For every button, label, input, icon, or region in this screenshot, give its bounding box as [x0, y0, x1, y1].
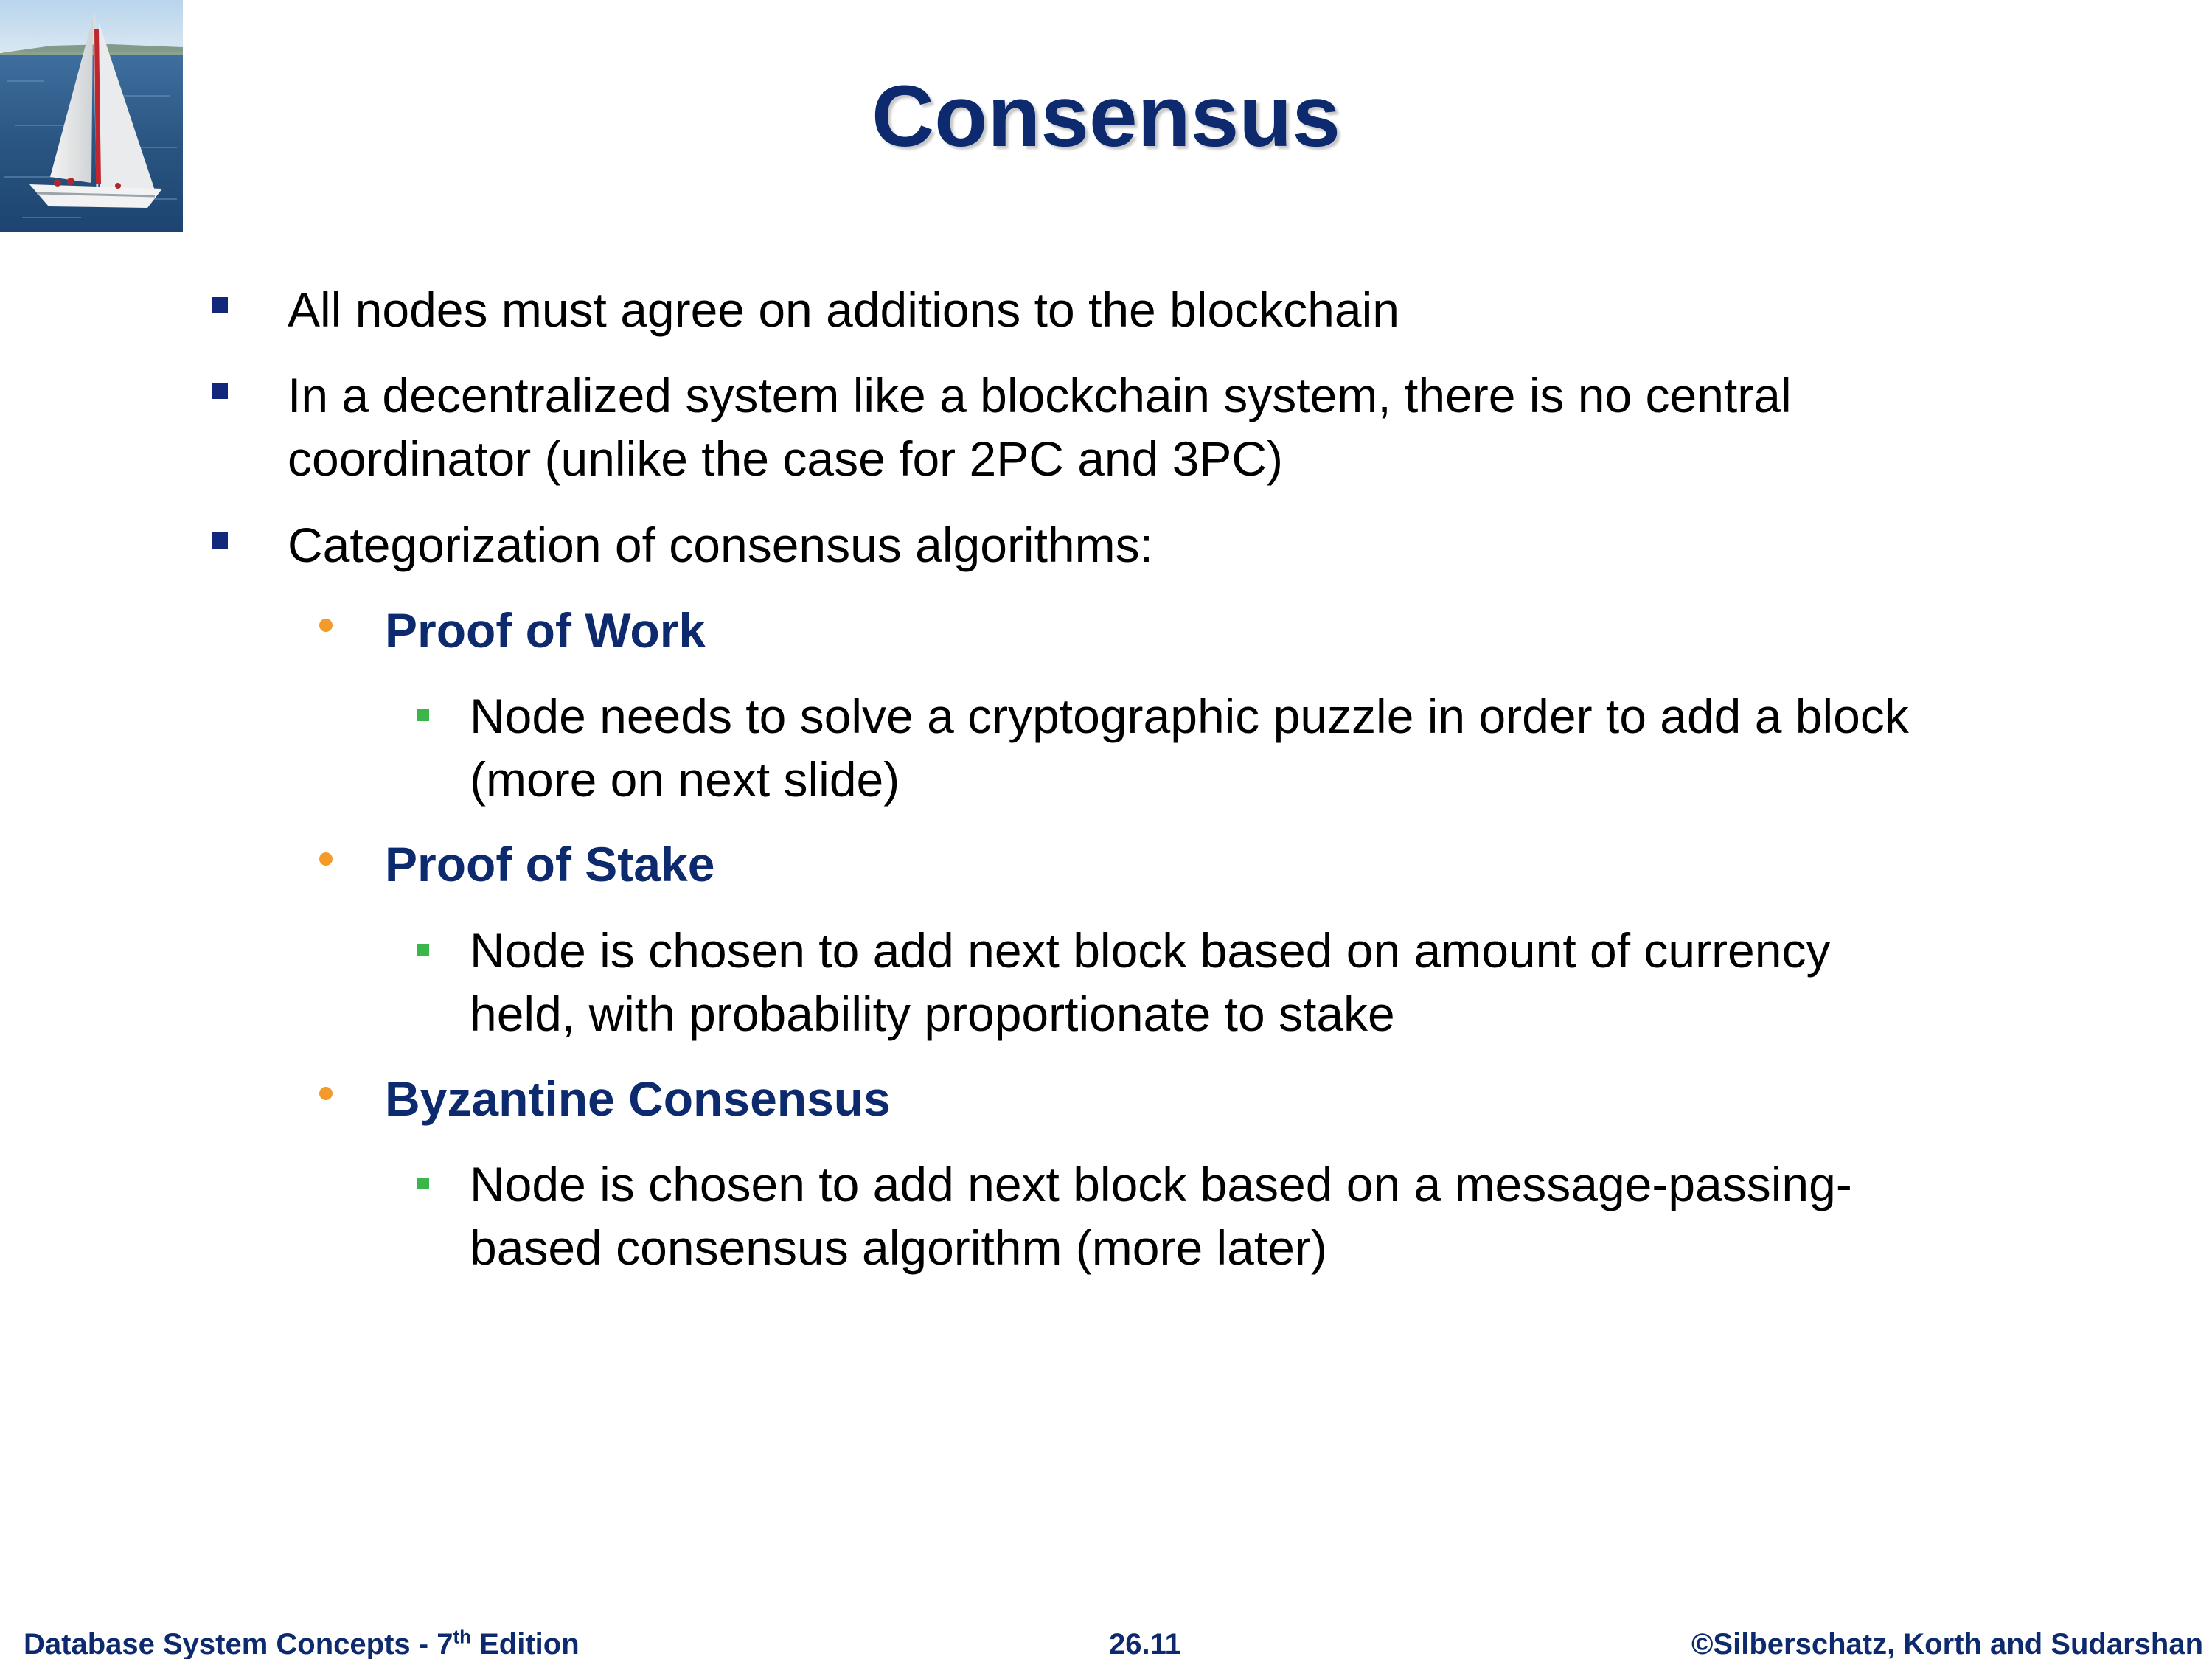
square-bullet-icon	[212, 532, 228, 549]
round-bullet-icon	[319, 1087, 333, 1100]
algorithm-detail: Node is chosen to add next block based o…	[470, 1152, 2092, 1279]
square-bullet-icon	[212, 297, 228, 313]
bullet-text-line: coordinator (unlike the case for 2PC and…	[288, 431, 1284, 486]
footer-book-title-sup: th	[453, 1625, 471, 1648]
algorithm-detail: Node needs to solve a cryptographic puzz…	[470, 684, 2092, 811]
round-bullet-icon	[319, 852, 333, 866]
slide: Consensus All nodes must agree on additi…	[0, 0, 2212, 1659]
detail-text-line: (more on next slide)	[470, 752, 900, 807]
algorithm-heading: Proof of Work	[385, 599, 2007, 662]
footer-slide-number: 26.11	[1109, 1628, 1181, 1659]
square-bullet-icon	[417, 1178, 429, 1189]
algorithm-name: Proof of Stake	[385, 837, 715, 891]
footer-book-title-suffix: Edition	[471, 1628, 580, 1659]
detail-text-line: Node needs to solve a cryptographic puzz…	[470, 689, 1909, 743]
square-bullet-icon	[417, 944, 429, 956]
detail-text-line: Node is chosen to add next block based o…	[470, 923, 1831, 978]
bullet-text: All nodes must agree on additions to the…	[288, 282, 1399, 337]
footer-copyright: ©Silberschatz, Korth and Sudarshan	[1691, 1628, 2203, 1659]
algorithm-name: Proof of Work	[385, 603, 706, 658]
bullet-item: All nodes must agree on additions to the…	[288, 278, 1983, 341]
algorithm-heading: Byzantine Consensus	[385, 1067, 2007, 1130]
footer-book-title: Database System Concepts - 7th Edition	[24, 1622, 580, 1659]
detail-text-line: based consensus algorithm (more later)	[470, 1220, 1327, 1275]
slide-content: All nodes must agree on additions to the…	[0, 0, 2212, 1659]
bullet-text-line: In a decentralized system like a blockch…	[288, 368, 1792, 422]
square-bullet-icon	[417, 709, 429, 721]
algorithm-name: Byzantine Consensus	[385, 1071, 891, 1126]
bullet-text: Categorization of consensus algorithms:	[288, 518, 1153, 572]
bullet-item: In a decentralized system like a blockch…	[288, 364, 1983, 490]
algorithm-heading: Proof of Stake	[385, 832, 2007, 896]
round-bullet-icon	[319, 619, 333, 632]
algorithm-detail: Node is chosen to add next block based o…	[470, 919, 2092, 1046]
detail-text-line: held, with probability proportionate to …	[470, 987, 1395, 1041]
bullet-item: Categorization of consensus algorithms:	[288, 513, 1983, 577]
footer-book-title-prefix: Database System Concepts - 7	[24, 1628, 453, 1659]
detail-text-line: Node is chosen to add next block based o…	[470, 1157, 1852, 1211]
square-bullet-icon	[212, 383, 228, 399]
